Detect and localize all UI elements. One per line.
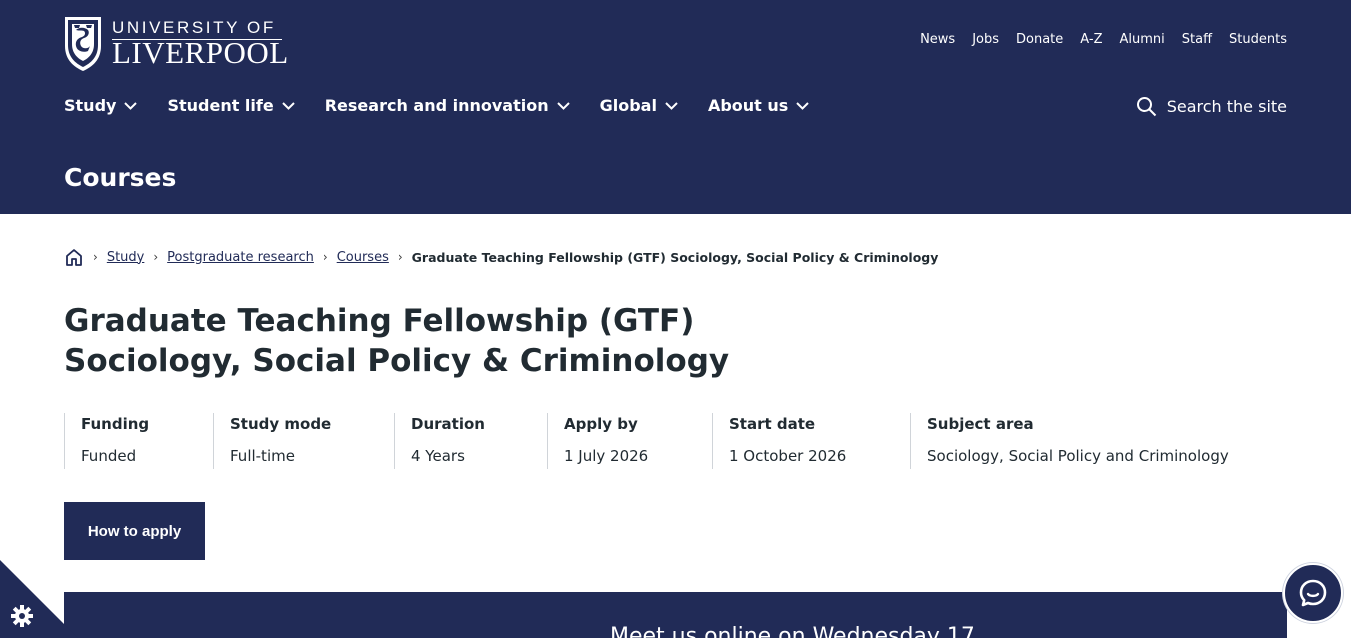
fact-value: Sociology, Social Policy and Criminology xyxy=(927,447,1229,465)
chevron-down-icon xyxy=(796,101,810,110)
event-banner: Meet us online on Wednesday 17 xyxy=(64,592,1287,638)
search-label: Search the site xyxy=(1166,97,1287,116)
chevron-down-icon xyxy=(282,101,295,110)
search-icon xyxy=(1136,97,1156,117)
live-chat-button[interactable] xyxy=(1283,563,1343,623)
fact-start-date: Start date 1 October 2026 xyxy=(712,413,910,469)
nav-global-label: Global xyxy=(599,96,657,115)
breadcrumb-current: Graduate Teaching Fellowship (GTF) Socio… xyxy=(411,249,939,265)
top-link-a-z[interactable]: A-Z xyxy=(1080,32,1102,47)
university-crest-icon xyxy=(65,17,101,71)
page-title-line2: Sociology, Social Policy & Criminology xyxy=(64,343,730,379)
fact-duration: Duration 4 Years xyxy=(394,413,547,469)
breadcrumb: › Study › Postgraduate research › Course… xyxy=(64,247,938,267)
nav-study[interactable]: Study xyxy=(64,96,138,115)
nav-student-life-label: Student life xyxy=(167,96,274,115)
chevron-down-icon xyxy=(124,101,138,110)
utility-nav: News Jobs Donate A-Z Alumni Staff Studen… xyxy=(903,32,1287,47)
fact-label: Duration xyxy=(411,415,485,433)
fact-study-mode: Study mode Full-time xyxy=(213,413,394,469)
logo-divider xyxy=(112,39,282,40)
fact-apply-by: Apply by 1 July 2026 xyxy=(547,413,712,469)
nav-student-life[interactable]: Student life xyxy=(167,96,295,115)
fact-label: Apply by xyxy=(564,415,638,433)
breadcrumb-separator: › xyxy=(153,250,159,264)
nav-research[interactable]: Research and innovation xyxy=(325,96,570,115)
breadcrumb-study[interactable]: Study xyxy=(107,250,145,265)
nav-study-label: Study xyxy=(64,96,117,115)
chevron-down-icon xyxy=(665,101,678,110)
event-banner-text: Meet us online on Wednesday 17 xyxy=(610,624,975,638)
gear-icon xyxy=(11,605,33,627)
chat-icon xyxy=(1299,579,1327,607)
fact-label: Funding xyxy=(81,415,150,433)
top-link-students[interactable]: Students xyxy=(1229,32,1287,47)
search-button[interactable]: Search the site xyxy=(1136,96,1287,117)
top-link-jobs[interactable]: Jobs xyxy=(972,32,999,47)
breadcrumb-separator: › xyxy=(93,250,98,264)
top-link-alumni[interactable]: Alumni xyxy=(1120,32,1165,47)
breadcrumb-postgraduate-research[interactable]: Postgraduate research xyxy=(167,250,314,265)
breadcrumb-courses[interactable]: Courses xyxy=(337,250,389,265)
nav-research-label: Research and innovation xyxy=(324,96,549,115)
top-link-staff[interactable]: Staff xyxy=(1182,32,1212,47)
nav-global[interactable]: Global xyxy=(600,96,678,115)
chevron-down-icon xyxy=(556,101,570,110)
course-key-facts: Funding Funded Study mode Full-time Dura… xyxy=(64,413,1287,469)
top-link-news[interactable]: News xyxy=(920,32,955,47)
main-nav: Study Student life Research and innovati… xyxy=(64,96,839,115)
breadcrumb-separator: › xyxy=(397,250,403,264)
cookie-settings-button[interactable] xyxy=(0,560,78,638)
logo-line2: LIVERPOOL xyxy=(112,35,289,70)
fact-label: Subject area xyxy=(927,415,1034,433)
site-header: UNIVERSITY OF LIVERPOOL News Jobs Donate… xyxy=(0,0,1351,214)
university-logo[interactable]: UNIVERSITY OF LIVERPOOL xyxy=(64,16,289,72)
fact-subject-area: Subject area Sociology, Social Policy an… xyxy=(910,413,1287,469)
page-title-line1: Graduate Teaching Fellowship (GTF) xyxy=(64,303,695,339)
fact-label: Start date xyxy=(729,415,816,433)
fact-value: 4 Years xyxy=(411,447,465,465)
breadcrumb-separator: › xyxy=(322,250,328,264)
fact-value: 1 October 2026 xyxy=(729,447,847,465)
how-to-apply-button[interactable]: How to apply xyxy=(64,502,205,560)
top-link-donate[interactable]: Donate xyxy=(1016,32,1063,47)
fact-funding: Funding Funded xyxy=(64,413,213,469)
fact-value: Funded xyxy=(81,447,137,465)
section-title: Courses xyxy=(64,163,177,192)
home-icon[interactable] xyxy=(64,247,84,267)
fact-value: Full-time xyxy=(230,447,295,465)
page-title: Graduate Teaching Fellowship (GTF) Socio… xyxy=(64,301,784,381)
fact-label: Study mode xyxy=(230,415,332,433)
nav-about-us-label: About us xyxy=(707,96,789,115)
fact-value: 1 July 2026 xyxy=(564,447,649,465)
nav-about-us[interactable]: About us xyxy=(707,96,810,115)
